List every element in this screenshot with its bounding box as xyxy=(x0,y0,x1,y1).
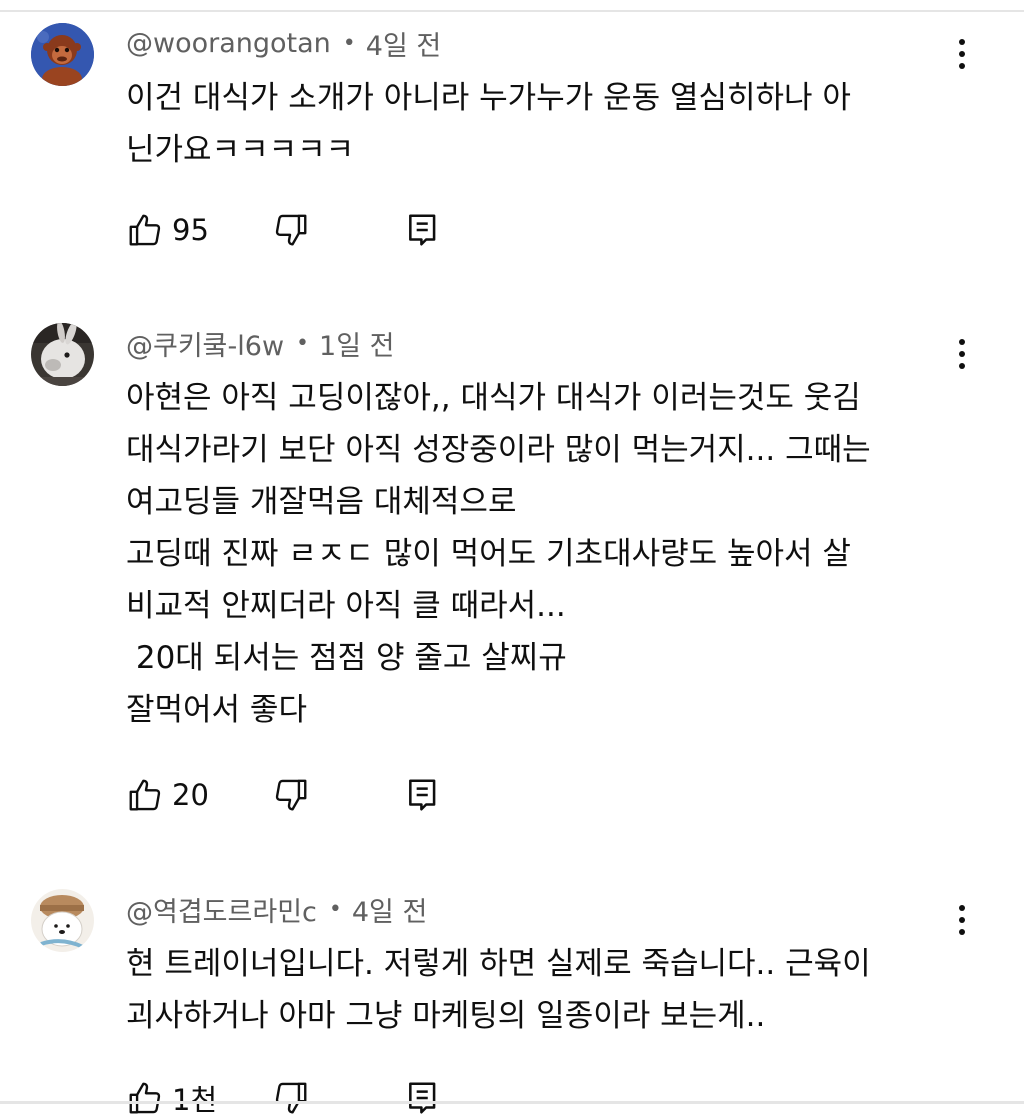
like-button[interactable]: 20 xyxy=(126,773,209,817)
comment-line: 이건 대식가 소개가 아니라 누가누가 운동 열심히하나 아 xyxy=(126,80,851,116)
reply-icon xyxy=(409,214,436,246)
comment-author[interactable]: @역겹도르라민c xyxy=(126,890,317,929)
comment-line: 괴사하거나 아마 그냥 마케팅의 일종이라 보는게.. xyxy=(126,998,766,1034)
thumbs-down-icon xyxy=(275,1082,307,1114)
more-options-icon[interactable] xyxy=(944,332,980,376)
top-divider xyxy=(0,10,1024,12)
meta-separator: • xyxy=(342,30,356,56)
more-options-icon[interactable] xyxy=(944,32,980,76)
reply-button[interactable] xyxy=(404,773,442,817)
like-count: 1천 xyxy=(172,1083,218,1117)
comment-line: 닌가요ㅋㅋㅋㅋㅋ xyxy=(126,132,355,168)
comment-time[interactable]: 4일 전 xyxy=(366,24,441,63)
comment-line: 현 트레이너입니다. 저렇게 하면 실제로 죽습니다.. 근육이 xyxy=(126,946,871,982)
thumbs-up-icon xyxy=(129,214,161,246)
more-options-icon[interactable] xyxy=(944,898,980,942)
meta-separator: • xyxy=(296,330,310,356)
comment-line: 잘먹어서 좋다 xyxy=(126,692,307,728)
comment-line: 대식가라기 보단 아직 성장중이라 많이 먹는거지... 그때는 xyxy=(126,432,871,468)
reply-button[interactable] xyxy=(404,1076,442,1120)
reply-button[interactable] xyxy=(404,208,442,252)
bottom-divider xyxy=(0,1101,1024,1104)
like-count: 20 xyxy=(172,778,209,812)
like-count: 95 xyxy=(172,213,209,247)
thumbs-down-icon xyxy=(275,214,307,246)
comment-author[interactable]: @쿠키쿸-l6w xyxy=(126,324,284,363)
comment-line: 비교적 안찌더라 아직 클 때라서... xyxy=(126,588,566,624)
comment-meta: @woorangotan • 4일 전 xyxy=(126,24,441,63)
like-button[interactable]: 95 xyxy=(126,208,209,252)
thumbs-up-icon xyxy=(129,1082,161,1114)
comment-line: 아현은 아직 고딩이잖아,, 대식가 대식가 이러는것도 웃김 xyxy=(126,380,861,416)
dislike-button[interactable] xyxy=(272,773,310,817)
comment-text: 아현은 아직 고딩이잖아,, 대식가 대식가 이러는것도 웃김 대식가라기 보단… xyxy=(126,372,956,736)
thumbs-down-icon xyxy=(275,779,307,811)
comment-actions: 1천 xyxy=(126,1076,466,1120)
comment-actions: 20 xyxy=(126,773,466,817)
rabbit-avatar-icon[interactable] xyxy=(31,323,94,386)
comment-time[interactable]: 1일 전 xyxy=(319,324,394,363)
dislike-button[interactable] xyxy=(272,208,310,252)
comment-text: 이건 대식가 소개가 아니라 누가누가 운동 열심히하나 아 닌가요ㅋㅋㅋㅋㅋ xyxy=(126,72,956,176)
meta-separator: • xyxy=(328,896,342,922)
comment-line: 여고딩들 개잘먹음 대체적으로 xyxy=(126,484,517,520)
bear-avatar-icon[interactable] xyxy=(31,889,94,952)
comment-time[interactable]: 4일 전 xyxy=(352,890,427,929)
reply-icon xyxy=(409,779,436,811)
reply-icon xyxy=(409,1082,436,1114)
comment-actions: 95 xyxy=(126,208,466,252)
orangutan-avatar-icon[interactable] xyxy=(31,23,94,86)
like-button[interactable]: 1천 xyxy=(126,1076,217,1120)
comment-meta: @역겹도르라민c • 4일 전 xyxy=(126,890,427,929)
comment-line: 고딩때 진짜 ㄹㅈㄷ 많이 먹어도 기초대사량도 높아서 살 xyxy=(126,536,851,572)
dislike-button[interactable] xyxy=(272,1076,310,1120)
comment-meta: @쿠키쿸-l6w • 1일 전 xyxy=(126,324,394,363)
comment-author[interactable]: @woorangotan xyxy=(126,28,331,59)
comment-text: 현 트레이너입니다. 저렇게 하면 실제로 죽습니다.. 근육이 괴사하거나 아… xyxy=(126,938,956,1042)
thumbs-up-icon xyxy=(129,779,161,811)
comment-line: 20대 되서는 점점 양 줄고 살찌규 xyxy=(126,640,567,676)
